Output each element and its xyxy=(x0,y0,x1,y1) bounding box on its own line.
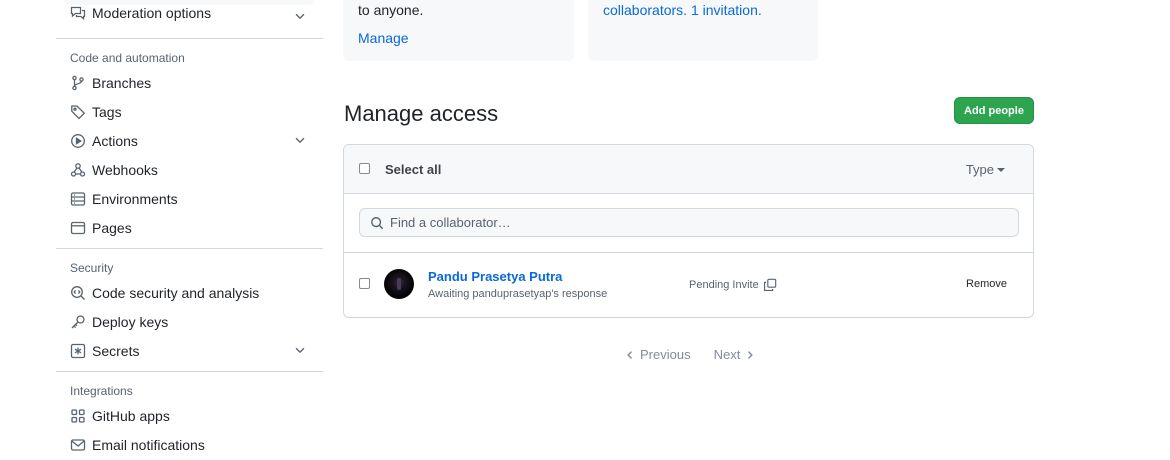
chevron-down-icon[interactable] xyxy=(293,9,307,23)
collaborator-status-text: Awaiting panduprasetyap's response xyxy=(428,288,608,300)
sidebar-divider xyxy=(56,371,323,372)
collaborator-search-row xyxy=(344,194,1033,253)
manage-access-title: Manage access xyxy=(344,101,499,126)
tag-icon xyxy=(70,104,86,120)
search-icon xyxy=(370,216,384,230)
collaborators-header: Select all Type xyxy=(344,145,1033,194)
sidebar-item-webhooks[interactable]: Webhooks xyxy=(56,155,323,184)
visibility-card: to anyone. Manage xyxy=(343,0,574,61)
sidebar-item-label: Email notifications xyxy=(92,436,205,453)
codescan-icon xyxy=(70,285,86,301)
access-card: collaborators. 1 invitation. xyxy=(588,0,818,61)
access-separator: . xyxy=(683,2,691,18)
sidebar-item-label: Actions xyxy=(92,132,138,149)
sidebar-item-label: Moderation options xyxy=(92,5,212,21)
search-field xyxy=(359,208,1019,237)
chevron-left-icon xyxy=(627,350,632,359)
remove-collaborator-button[interactable]: Remove xyxy=(966,278,1007,290)
caret-down-icon xyxy=(997,168,1005,172)
sidebar-item-actions[interactable]: Actions xyxy=(56,126,323,155)
sidebar-divider xyxy=(56,38,323,39)
apps-icon xyxy=(70,408,86,424)
type-filter-label: Type xyxy=(965,162,994,177)
collaborators-box: Select all Type Pandu Prasetya Putra Awa… xyxy=(343,144,1034,318)
chevron-down-icon[interactable] xyxy=(293,133,307,147)
collaborator-row: Pandu Prasetya Putra Awaiting panduprase… xyxy=(344,253,1033,317)
webhook-icon xyxy=(70,162,86,178)
select-all-label: Select all xyxy=(385,162,442,177)
pending-invite-label: Pending Invite xyxy=(689,279,759,291)
settings-sidebar: Moderation options Code and automation B… xyxy=(56,0,323,459)
comment-discussion-icon xyxy=(70,5,86,21)
sidebar-item-code-security[interactable]: Code security and analysis xyxy=(56,278,323,307)
sidebar-item-label: Environments xyxy=(92,190,178,207)
sidebar-item-label: Deploy keys xyxy=(92,313,169,330)
section-heading-integrations: Integrations xyxy=(70,384,133,398)
search-input[interactable] xyxy=(390,215,1010,230)
avatar[interactable] xyxy=(384,269,414,299)
sidebar-divider xyxy=(56,248,323,249)
section-heading-security: Security xyxy=(70,261,114,275)
section-heading-code-automation: Code and automation xyxy=(70,51,185,65)
sidebar-item-deploy-keys[interactable]: Deploy keys xyxy=(56,307,323,336)
access-summary: collaborators. 1 invitation. xyxy=(603,2,762,18)
browser-icon xyxy=(70,220,86,236)
next-label: Next xyxy=(713,347,741,362)
previous-page-button[interactable]: Previous xyxy=(624,347,691,362)
asterisk-icon xyxy=(70,343,86,359)
pagination: Previous Next xyxy=(624,347,756,362)
add-people-button[interactable]: Add people xyxy=(954,97,1034,124)
previous-label: Previous xyxy=(640,347,691,362)
copy-icon[interactable] xyxy=(763,278,777,292)
access-suffix: . xyxy=(757,2,762,18)
sidebar-item-pages[interactable]: Pages xyxy=(56,213,323,242)
pending-invite-status: Pending Invite xyxy=(689,278,777,292)
manage-visibility-link[interactable]: Manage xyxy=(358,30,409,46)
sidebar-item-label: Secrets xyxy=(92,342,140,359)
collaborator-name-link[interactable]: Pandu Prasetya Putra xyxy=(428,269,562,284)
sidebar-item-email-notifications[interactable]: Email notifications xyxy=(56,430,323,459)
play-icon xyxy=(70,133,86,149)
invitation-link[interactable]: 1 invitation xyxy=(691,2,758,18)
sidebar-item-tags[interactable]: Tags xyxy=(56,97,323,126)
sidebar-item-branches[interactable]: Branches xyxy=(56,68,323,97)
sidebar-item-label: Webhooks xyxy=(92,161,158,178)
select-all-checkbox[interactable] xyxy=(359,163,370,174)
chevron-right-icon xyxy=(748,350,754,359)
collaborators-link[interactable]: collaborators xyxy=(603,2,683,18)
sidebar-item-environments[interactable]: Environments xyxy=(56,184,323,213)
chevron-down-icon[interactable] xyxy=(293,343,307,357)
type-filter-dropdown[interactable]: Type xyxy=(966,162,1005,177)
repo-settings-collaborators-page: Moderation options Code and automation B… xyxy=(0,0,1170,460)
sidebar-item-label: Pages xyxy=(92,219,132,236)
sidebar-item-label: GitHub apps xyxy=(92,407,170,424)
sidebar-item-label: Branches xyxy=(92,74,152,91)
visibility-text: to anyone. xyxy=(358,2,424,18)
sidebar-item-label: Code security and analysis xyxy=(92,284,260,301)
server-icon xyxy=(70,191,86,207)
collaborator-checkbox[interactable] xyxy=(359,278,370,289)
sidebar-item-secrets[interactable]: Secrets xyxy=(56,336,323,365)
key-icon xyxy=(70,314,86,330)
mail-icon xyxy=(70,437,86,453)
sidebar-item-label: Tags xyxy=(92,103,122,120)
sidebar-item-moderation-options[interactable]: Moderation options xyxy=(56,0,323,27)
sidebar-item-github-apps[interactable]: GitHub apps xyxy=(56,401,323,430)
git-branch-icon xyxy=(70,75,86,91)
next-page-button[interactable]: Next xyxy=(714,347,757,362)
